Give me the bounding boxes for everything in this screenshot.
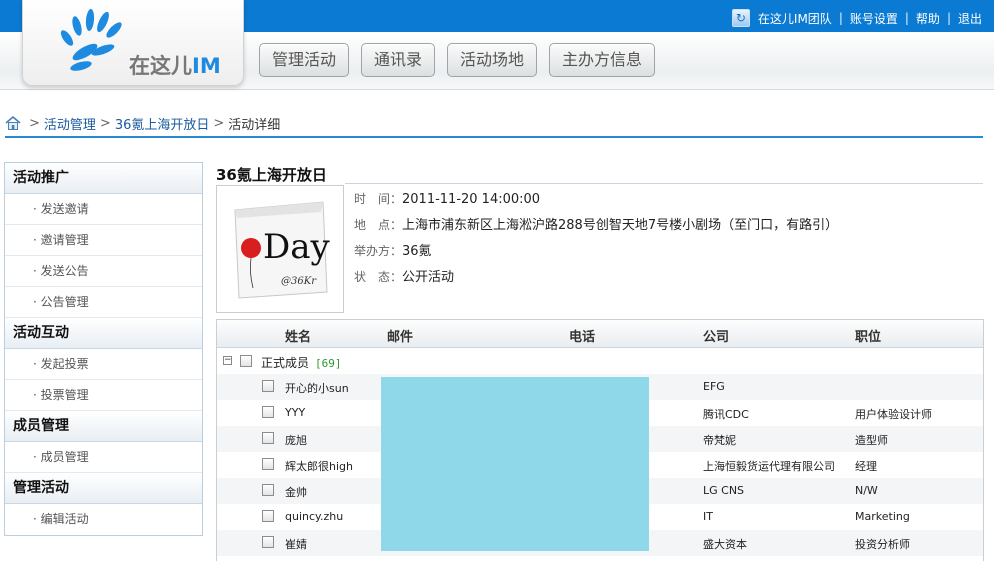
- status-value: 公开活动: [402, 270, 455, 285]
- row-checkbox[interactable]: [262, 484, 274, 496]
- row-checkbox[interactable]: [262, 510, 274, 522]
- top-links: ↻ 在这儿IM团队 | 账号设置 | 帮助 | 退出: [731, 9, 982, 27]
- breadcrumb-sep: >: [29, 115, 40, 131]
- cell-name: 庞旭: [285, 434, 307, 447]
- sidebar-item-send-invite[interactable]: · 发送邀请: [5, 194, 202, 225]
- cell-title: 造型师: [855, 434, 888, 447]
- header-name[interactable]: 姓名: [285, 326, 311, 345]
- place-label: 地 点：: [354, 218, 403, 232]
- cell-name: 崔婧: [285, 538, 307, 551]
- separator: |: [946, 11, 951, 25]
- header-phone[interactable]: 电话: [569, 326, 595, 345]
- poster-sub-text: @36Kr: [281, 276, 317, 287]
- nav-manage-events[interactable]: 管理活动: [259, 43, 350, 77]
- event-info: 时 间：2011-11-20 14:00:00 地 点：上海市浦东新区上海淞沪路…: [354, 191, 838, 295]
- redacted-contact-block: [381, 377, 649, 551]
- breadcrumb: > 活动管理 > 36氪上海开放日 > 活动详细: [5, 114, 983, 138]
- logo[interactable]: 在这儿IM: [22, 0, 244, 86]
- host-label: 举办方：: [354, 244, 403, 258]
- main-nav: 管理活动 通讯录 活动场地 主办方信息: [259, 43, 667, 77]
- sidebar-item-invite-manage[interactable]: · 邀请管理: [5, 225, 202, 256]
- breadcrumb-event[interactable]: 36氪上海开放日: [115, 114, 210, 133]
- info-time: 时 间：2011-11-20 14:00:00: [354, 191, 838, 217]
- sidebar-item-notice-manage[interactable]: · 公告管理: [5, 287, 202, 318]
- breadcrumb-sep: >: [213, 115, 225, 131]
- help-link[interactable]: 帮助: [916, 10, 940, 27]
- row-checkbox[interactable]: [262, 380, 274, 392]
- account-settings-link[interactable]: 账号设置: [850, 10, 898, 27]
- status-label: 状 态：: [354, 270, 403, 284]
- event-title: 36氪上海开放日: [216, 166, 327, 184]
- cell-company: EFG: [703, 380, 725, 393]
- sidebar-item-member-manage[interactable]: · 成员管理: [5, 442, 202, 473]
- cell-company: 盛大资本: [703, 538, 747, 551]
- sidebar-item-edit-event[interactable]: · 编辑活动: [5, 504, 202, 535]
- group-row: − 正式成员 [69]: [217, 348, 983, 374]
- header-company[interactable]: 公司: [703, 326, 729, 345]
- nav-organizer-info[interactable]: 主办方信息: [549, 43, 656, 77]
- table-header: 姓名 邮件 电话 公司 职位: [217, 320, 983, 348]
- row-checkbox[interactable]: [262, 432, 274, 444]
- cell-title: 投资分析师: [855, 538, 910, 551]
- sidebar-section-interaction: 活动互动: [5, 318, 202, 349]
- cell-company: 上海恒毅货运代理有限公司: [703, 460, 835, 473]
- refresh-icon[interactable]: ↻: [731, 9, 750, 27]
- sidebar-section-members: 成员管理: [5, 411, 202, 442]
- cell-title: 用户体验设计师: [855, 408, 932, 421]
- cell-name: YYY: [285, 406, 306, 419]
- nav-contacts[interactable]: 通讯录: [361, 43, 436, 77]
- sidebar-item-vote-manage[interactable]: · 投票管理: [5, 380, 202, 411]
- logo-text: 在这儿IM: [129, 54, 221, 78]
- sidebar-item-send-notice[interactable]: · 发送公告: [5, 256, 202, 287]
- collapse-icon[interactable]: −: [223, 356, 232, 365]
- row-checkbox[interactable]: [262, 458, 274, 470]
- sidebar-section-manage-event: 管理活动: [5, 473, 202, 504]
- nav-venues[interactable]: 活动场地: [447, 43, 538, 77]
- group-count: [69]: [315, 357, 342, 370]
- time-label: 时 间：: [354, 192, 403, 206]
- cell-name: 金帅: [285, 486, 307, 499]
- poster-day-text: Day: [263, 227, 331, 267]
- cell-title: Marketing: [855, 510, 910, 523]
- host-value: 36氪: [402, 244, 432, 259]
- cell-name: quincy.zhu: [285, 510, 344, 523]
- sidebar-item-start-vote[interactable]: · 发起投票: [5, 349, 202, 380]
- info-place: 地 点：上海市浦东新区上海淞沪路288号创智天地7号楼小剧场（至门口，有路引）: [354, 217, 838, 243]
- cell-company: LG CNS: [703, 484, 745, 497]
- sidebar-section-promotion: 活动推广: [5, 163, 202, 194]
- logo-mark-icon: [60, 9, 122, 71]
- member-table: 姓名 邮件 电话 公司 职位 − 正式成员 [69] 开心的小sun EFG YY…: [216, 319, 984, 561]
- cell-company: 腾讯CDC: [703, 408, 749, 421]
- separator: |: [838, 11, 843, 25]
- breadcrumb-event-management[interactable]: 活动管理: [44, 114, 96, 133]
- cell-company: IT: [703, 510, 713, 523]
- row-checkbox[interactable]: [262, 406, 274, 418]
- sidebar: 活动推广 · 发送邀请 · 邀请管理 · 发送公告 · 公告管理 活动互动 · …: [4, 162, 203, 536]
- event-poster: Day @36Kr: [216, 185, 344, 313]
- group-checkbox[interactable]: [240, 355, 252, 367]
- row-checkbox[interactable]: [262, 536, 274, 548]
- breadcrumb-current: 活动详细: [228, 117, 281, 133]
- logout-link[interactable]: 退出: [958, 10, 982, 27]
- cell-title: 经理: [855, 460, 877, 473]
- cell-company: 帝梵妮: [703, 434, 736, 447]
- header-title[interactable]: 职位: [855, 326, 881, 345]
- title-divider: [345, 183, 983, 184]
- cell-name: 开心的小sun: [285, 382, 349, 395]
- breadcrumb-sep: >: [99, 115, 111, 131]
- home-icon[interactable]: [5, 116, 21, 130]
- separator: |: [904, 11, 909, 25]
- info-status: 状 态：公开活动: [354, 269, 838, 295]
- group-label: 正式成员 [69]: [261, 356, 342, 370]
- header-email[interactable]: 邮件: [387, 326, 413, 345]
- time-value: 2011-11-20 14:00:00: [402, 192, 541, 207]
- cell-title: N/W: [855, 484, 878, 497]
- cell-name: 辉太郎很high: [285, 460, 353, 473]
- poster-image: Day @36Kr: [234, 201, 331, 299]
- team-link[interactable]: 在这儿IM团队: [758, 10, 832, 27]
- info-host: 举办方：36氪: [354, 243, 838, 269]
- place-value: 上海市浦东新区上海淞沪路288号创智天地7号楼小剧场（至门口，有路引）: [402, 218, 839, 233]
